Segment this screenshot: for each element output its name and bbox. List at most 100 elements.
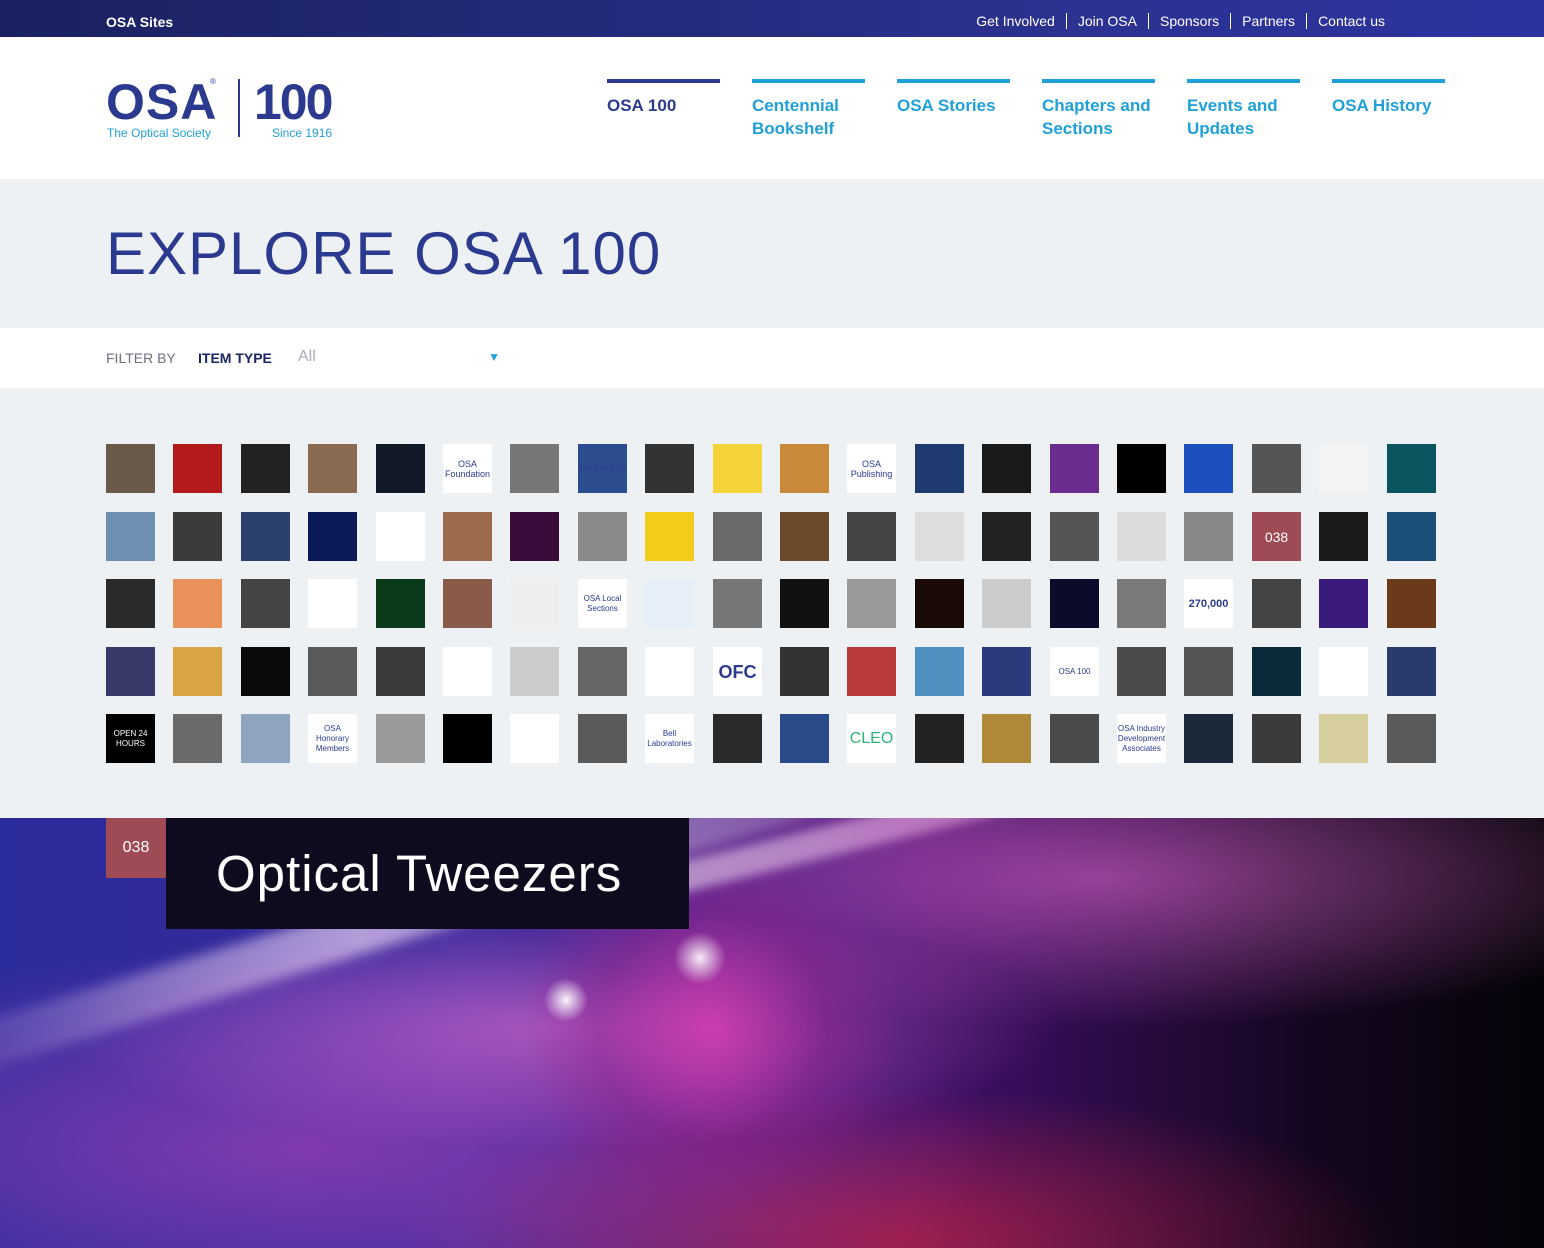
item-tile[interactable]	[1117, 444, 1166, 493]
item-tile[interactable]	[241, 714, 290, 763]
item-tile[interactable]	[982, 512, 1031, 561]
item-tile[interactable]	[1117, 579, 1166, 628]
nav-osa-100[interactable]: OSA 100	[607, 79, 720, 140]
item-tile[interactable]	[106, 512, 155, 561]
item-tile[interactable]	[376, 444, 425, 493]
item-tile[interactable]	[1252, 647, 1301, 696]
item-tile[interactable]	[1050, 444, 1099, 493]
item-tile[interactable]	[713, 579, 762, 628]
item-tile[interactable]	[915, 647, 964, 696]
item-tile[interactable]	[780, 579, 829, 628]
osa-100-logo[interactable]: OSA ® The Optical Society 100 Since 1916	[106, 74, 366, 147]
join-osa-link[interactable]: Join OSA	[1065, 13, 1148, 29]
item-tile[interactable]	[1184, 714, 1233, 763]
item-tile[interactable]	[1252, 579, 1301, 628]
item-tile[interactable]	[1184, 444, 1233, 493]
item-tile[interactable]	[1252, 444, 1301, 493]
item-tile[interactable]	[173, 714, 222, 763]
item-tile[interactable]	[1184, 512, 1233, 561]
item-tile[interactable]	[376, 512, 425, 561]
item-tile[interactable]	[1252, 714, 1301, 763]
item-tile[interactable]	[982, 444, 1031, 493]
nav-events-and-updates[interactable]: Events and Updates	[1187, 79, 1300, 140]
item-tile[interactable]: 270,000	[1184, 579, 1233, 628]
item-tile[interactable]	[510, 714, 559, 763]
item-tile[interactable]	[510, 579, 559, 628]
item-tile[interactable]	[1319, 512, 1368, 561]
item-tile[interactable]	[173, 579, 222, 628]
feature-banner[interactable]: 038 Optical Tweezers	[0, 818, 1544, 1248]
item-tile[interactable]	[173, 512, 222, 561]
item-tile[interactable]	[1050, 512, 1099, 561]
nav-centennial-bookshelf[interactable]: Centennial Bookshelf	[752, 79, 865, 140]
item-tile[interactable]	[915, 444, 964, 493]
item-tile[interactable]	[308, 579, 357, 628]
item-tile[interactable]	[376, 579, 425, 628]
item-tile[interactable]: OSA Publishing	[847, 444, 896, 493]
contact-us-link[interactable]: Contact us	[1306, 13, 1385, 29]
item-tile[interactable]	[1050, 714, 1099, 763]
item-tile[interactable]	[1319, 647, 1368, 696]
item-tile[interactable]	[241, 647, 290, 696]
item-tile[interactable]	[173, 647, 222, 696]
item-tile[interactable]	[241, 512, 290, 561]
item-tile[interactable]: OFC	[713, 647, 762, 696]
item-tile[interactable]	[645, 647, 694, 696]
nav-osa-stories[interactable]: OSA Stories	[897, 79, 1010, 140]
item-tile[interactable]: OSA Honorary Members	[308, 714, 357, 763]
item-tile[interactable]: OSA 100	[1050, 647, 1099, 696]
item-tile[interactable]	[847, 579, 896, 628]
item-tile[interactable]	[780, 444, 829, 493]
item-tile[interactable]	[1117, 647, 1166, 696]
item-tile[interactable]	[645, 579, 694, 628]
item-tile[interactable]	[308, 444, 357, 493]
item-tile[interactable]	[982, 714, 1031, 763]
item-tile[interactable]	[241, 444, 290, 493]
item-tile[interactable]	[376, 714, 425, 763]
item-tile[interactable]	[780, 647, 829, 696]
item-tile[interactable]	[847, 512, 896, 561]
osa-sites-link[interactable]: OSA Sites	[106, 14, 173, 30]
item-tile[interactable]	[106, 647, 155, 696]
item-tile[interactable]: Bell Laboratories	[645, 714, 694, 763]
item-tile[interactable]: LASERFEST	[578, 444, 627, 493]
item-type-select[interactable]: All ▼	[298, 348, 502, 370]
nav-osa-history[interactable]: OSA History	[1332, 79, 1445, 140]
item-tile[interactable]	[173, 444, 222, 493]
nav-chapters-and-sections[interactable]: Chapters and Sections	[1042, 79, 1155, 140]
item-tile[interactable]	[443, 647, 492, 696]
item-tile[interactable]	[780, 714, 829, 763]
item-tile[interactable]	[1387, 444, 1436, 493]
item-tile[interactable]: OSA Industry Development Associates	[1117, 714, 1166, 763]
item-tile[interactable]: CLEO	[847, 714, 896, 763]
item-tile[interactable]	[713, 444, 762, 493]
item-tile[interactable]	[443, 714, 492, 763]
item-tile[interactable]: OSA Local Sections	[578, 579, 627, 628]
item-tile[interactable]	[645, 512, 694, 561]
item-tile[interactable]	[1184, 647, 1233, 696]
item-tile[interactable]	[1387, 512, 1436, 561]
item-tile[interactable]	[982, 579, 1031, 628]
item-tile[interactable]	[106, 444, 155, 493]
item-tile[interactable]	[1319, 714, 1368, 763]
item-tile[interactable]	[847, 647, 896, 696]
item-tile[interactable]	[510, 444, 559, 493]
item-tile[interactable]	[308, 647, 357, 696]
item-tile[interactable]	[1117, 512, 1166, 561]
item-tile[interactable]: 038	[1252, 512, 1301, 561]
item-tile[interactable]	[915, 579, 964, 628]
item-tile[interactable]	[1387, 714, 1436, 763]
sponsors-link[interactable]: Sponsors	[1147, 13, 1230, 29]
item-tile[interactable]	[241, 579, 290, 628]
item-tile[interactable]	[308, 512, 357, 561]
item-tile[interactable]	[510, 647, 559, 696]
partners-link[interactable]: Partners	[1230, 13, 1306, 29]
item-tile[interactable]	[1387, 647, 1436, 696]
item-tile[interactable]	[443, 579, 492, 628]
item-tile[interactable]: OPEN 24 HOURS	[106, 714, 155, 763]
item-tile[interactable]	[510, 512, 559, 561]
item-tile[interactable]	[1319, 579, 1368, 628]
item-tile[interactable]	[713, 512, 762, 561]
item-tile[interactable]	[915, 714, 964, 763]
item-tile[interactable]	[578, 714, 627, 763]
